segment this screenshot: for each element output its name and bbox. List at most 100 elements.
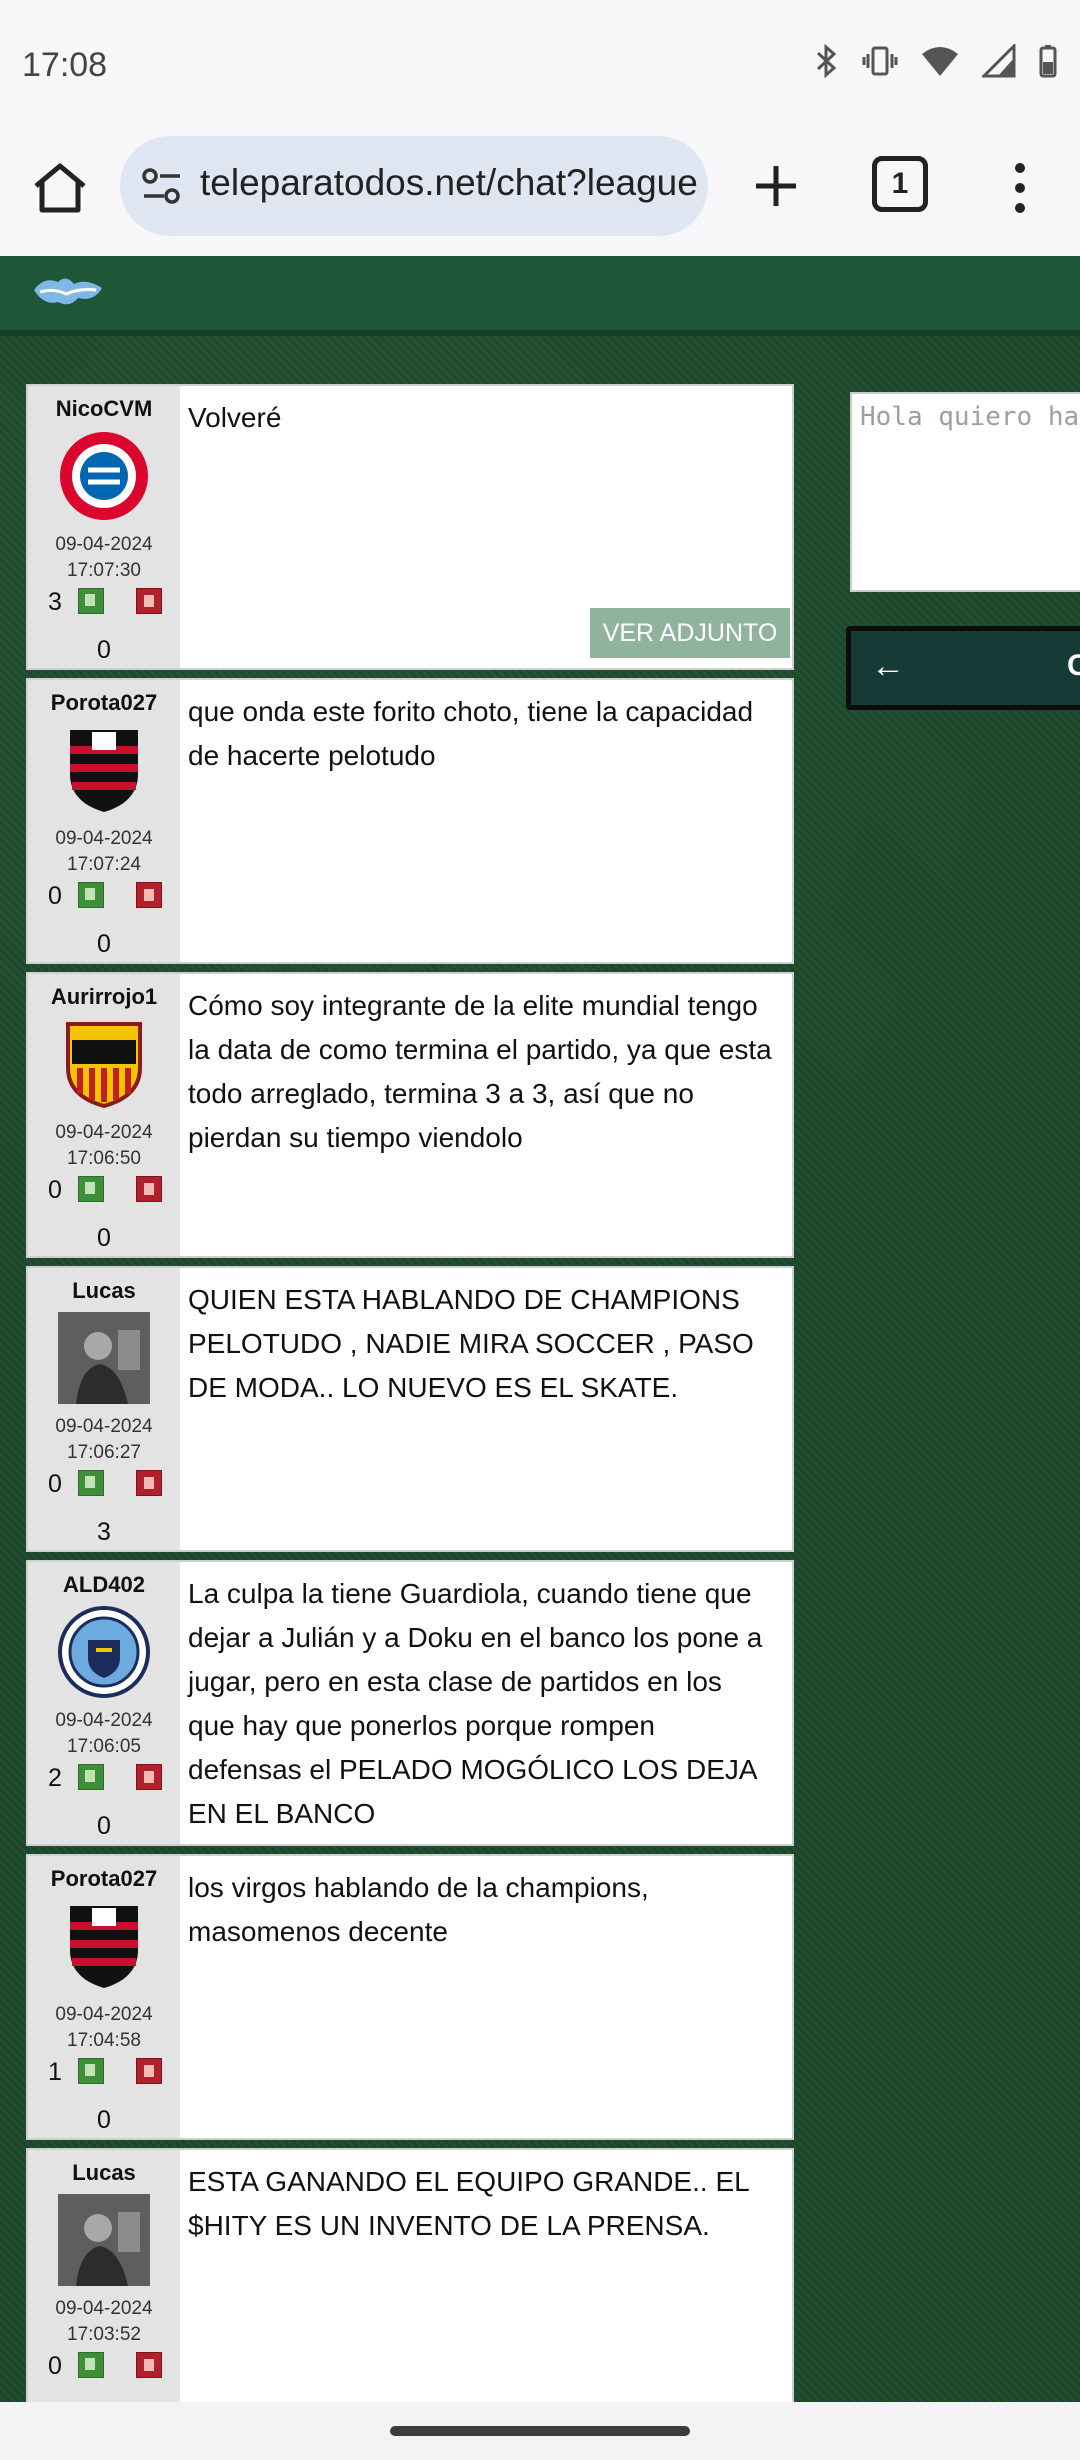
home-icon [34,163,86,213]
bluetooth-icon [814,43,840,83]
avatar[interactable] [58,1018,150,1110]
message-timestamp: 09-04-2024 17:07:30 [28,532,180,584]
username[interactable]: ALD402 [28,1572,180,1598]
username[interactable]: Lucas [28,2160,180,2186]
thumbs-down-icon[interactable] [136,1176,162,1202]
thumbs-down-icon[interactable] [136,2352,162,2378]
message-time: 17:06:27 [67,1442,141,1463]
tab-switcher-button[interactable]: 1 [872,156,928,212]
username[interactable]: Porota027 [28,690,180,716]
message-text: Cómo soy integrante de la elite mundial … [188,990,772,1153]
like-count: 0 [48,882,62,910]
chat-message: ALD402 09-04-2024 17:06:05 2 0 La culpa … [26,1560,794,1846]
avatar[interactable] [58,724,150,816]
like-count: 0 [48,2352,62,2380]
message-timestamp: 09-04-2024 17:07:24 [28,826,180,878]
message-text: ESTA GANANDO EL EQUIPO GRANDE.. EL $HITY… [188,2166,749,2241]
avatar[interactable] [58,2194,150,2286]
message-time: 17:06:50 [67,1148,141,1169]
dislike-count: 3 [97,1518,111,1546]
like-count: 1 [48,2058,62,2086]
arrow-left-icon: ← [871,647,905,685]
chat-message: NicoCVM 09-04-2024 17:07:30 3 0 Volveré … [26,384,794,670]
chat-feed: NicoCVM 09-04-2024 17:07:30 3 0 Volveré … [26,384,794,2402]
thumbs-down-icon[interactable] [136,1764,162,1790]
thumbs-up-icon[interactable] [78,1764,104,1790]
username[interactable]: Porota027 [28,1866,180,1892]
status-bar: 17:08 [0,0,1080,128]
message-input-placeholder: Hola quiero hablar [860,402,1080,432]
message-input[interactable]: Hola quiero hablar [850,392,1080,592]
new-tab-button[interactable] [748,158,804,214]
thumbs-up-icon[interactable] [78,2352,104,2378]
site-settings-icon[interactable] [140,166,184,206]
thumbs-down-icon[interactable] [136,1470,162,1496]
avatar[interactable] [58,1900,150,1992]
thumbs-up-icon[interactable] [78,588,104,614]
username[interactable]: NicoCVM [28,396,180,422]
message-date: 09-04-2024 [55,1416,153,1437]
message-text: QUIEN ESTA HABLANDO DE CHAMPIONS PELOTUD… [188,1284,754,1403]
username[interactable]: Lucas [28,1278,180,1304]
message-time: 17:06:05 [67,1736,141,1757]
message-author-panel: Aurirrojo1 09-04-2024 17:06:50 0 0 [28,974,180,1256]
chat-message: Porota027 09-04-2024 17:07:24 0 0 que on… [26,678,794,964]
message-author-panel: Porota027 09-04-2024 17:04:58 1 0 [28,1856,180,2138]
more-options-button[interactable] [1006,156,1034,220]
message-time: 17:07:30 [67,560,141,581]
status-time: 17:08 [22,46,108,84]
chat-message: Porota027 09-04-2024 17:04:58 1 0 los vi… [26,1854,794,2140]
message-timestamp: 09-04-2024 17:03:52 [28,2296,180,2348]
message-timestamp: 09-04-2024 17:04:58 [28,2002,180,2054]
message-author-panel: Porota027 09-04-2024 17:07:24 0 0 [28,680,180,962]
thumbs-down-icon[interactable] [136,2058,162,2084]
site-content: NicoCVM 09-04-2024 17:07:30 3 0 Volveré … [0,256,1080,2402]
like-count: 3 [48,588,62,616]
dislike-count: 0 [97,930,111,958]
dislike-count: 0 [97,1812,111,1840]
like-count: 0 [48,1470,62,1498]
message-date: 09-04-2024 [55,1122,153,1143]
thumbs-up-icon[interactable] [78,2058,104,2084]
dislike-count: 0 [97,636,111,664]
gesture-nav-bar [0,2402,1080,2460]
message-text: que onda este forito choto, tiene la cap… [188,696,754,771]
view-attachment-button[interactable]: VER ADJUNTO [590,608,790,658]
message-date: 09-04-2024 [55,534,153,555]
message-time: 17:07:24 [67,854,141,875]
avatar[interactable] [58,1312,150,1404]
message-author-panel: NicoCVM 09-04-2024 17:07:30 3 0 [28,386,180,668]
thumbs-down-icon[interactable] [136,882,162,908]
avatar[interactable] [58,430,150,522]
message-timestamp: 09-04-2024 17:06:50 [28,1120,180,1172]
address-bar[interactable]: teleparatodos.net/chat?league [120,136,708,236]
message-text: Volveré [188,402,282,433]
thumbs-up-icon[interactable] [78,1176,104,1202]
thumbs-down-icon[interactable] [136,588,162,614]
home-gesture-handle[interactable] [390,2426,690,2436]
dislike-count: 0 [97,2106,111,2134]
message-author-panel: ALD402 09-04-2024 17:06:05 2 0 [28,1562,180,1844]
message-time: 17:04:58 [67,2030,141,2051]
site-logo[interactable] [30,268,110,316]
message-author-panel: Lucas 09-04-2024 17:03:52 0 2 [28,2150,180,2402]
chat-message: Aurirrojo1 09-04-2024 17:06:50 0 0 Cómo … [26,972,794,1258]
message-date: 09-04-2024 [55,828,153,849]
signal-icon [980,42,1016,83]
site-header [0,256,1080,336]
username[interactable]: Aurirrojo1 [28,984,180,1010]
thumbs-up-icon[interactable] [78,882,104,908]
like-count: 0 [48,1176,62,1204]
url-text: teleparatodos.net/chat?league [200,162,698,203]
chat-message: Lucas 09-04-2024 17:06:27 0 3 QUIEN ESTA… [26,1266,794,1552]
message-text: La culpa la tiene Guardiola, cuando tien… [188,1578,763,1829]
send-button[interactable]: ← C [846,626,1080,710]
avatar[interactable] [58,1606,150,1698]
home-button[interactable] [28,156,92,220]
message-text: los virgos hablando de la champions, mas… [188,1872,649,1947]
message-timestamp: 09-04-2024 17:06:05 [28,1708,180,1760]
thumbs-up-icon[interactable] [78,1470,104,1496]
chat-message: Lucas 09-04-2024 17:03:52 0 2 ESTA GANAN… [26,2148,794,2402]
wifi-icon [920,44,960,83]
message-time: 17:03:52 [67,2324,141,2345]
